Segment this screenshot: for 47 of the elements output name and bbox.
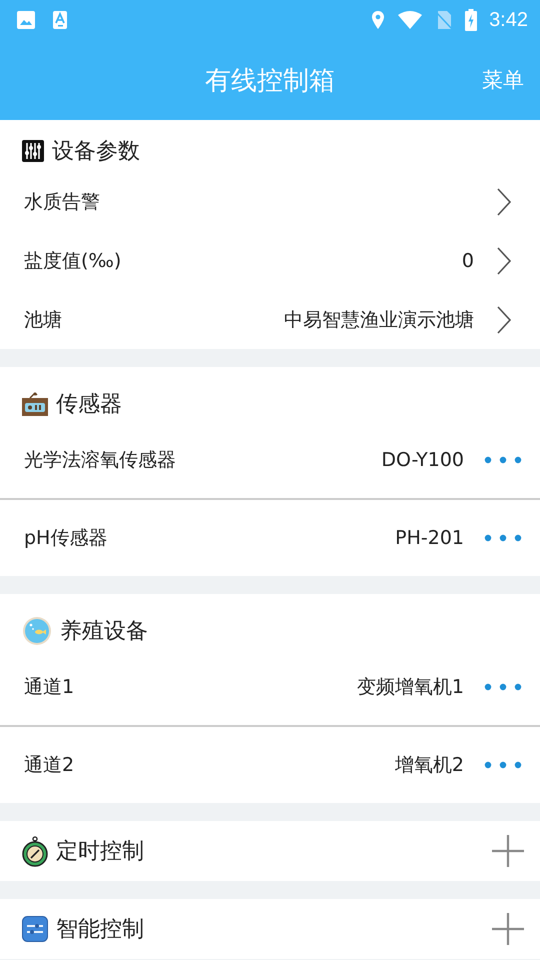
list-row[interactable]: 水质告警 — [0, 172, 540, 231]
row-label: 光学法溶氧传感器 — [24, 448, 177, 473]
more-icon[interactable] — [484, 455, 522, 465]
more-icon[interactable] — [484, 682, 522, 692]
add-button[interactable] — [492, 835, 524, 867]
row-value: 中易智慧渔业演示池塘 — [284, 308, 474, 332]
list-row[interactable]: 盐度值(‰) 0 — [0, 231, 540, 290]
more-icon[interactable] — [484, 533, 522, 543]
chevron-right-icon — [496, 188, 512, 216]
list-row[interactable]: 通道2 增氧机2 — [0, 727, 540, 803]
row-label: pH传感器 — [24, 526, 108, 551]
no-sim-icon — [435, 10, 454, 30]
row-value: 变频增氧机1 — [356, 675, 464, 700]
battery-icon — [465, 9, 478, 31]
status-time: 3:42 — [489, 8, 528, 32]
radio-icon — [22, 392, 48, 416]
section-title: 设备参数 — [52, 138, 140, 166]
row-label: 水质告警 — [24, 190, 101, 214]
section-title: 定时控制 — [56, 838, 144, 866]
row-label: 池塘 — [24, 308, 63, 332]
row-value: 0 — [462, 250, 474, 272]
row-value: DO-Y100 — [381, 449, 464, 471]
chevron-right-icon — [496, 306, 512, 334]
chevron-right-icon — [496, 246, 512, 274]
list-row[interactable]: 光学法溶氧传感器 DO-Y100 — [0, 422, 540, 500]
list-row[interactable]: 通道1 变频增氧机1 — [0, 649, 540, 727]
screen-title: 有线控制箱 — [205, 64, 335, 98]
more-icon[interactable] — [484, 760, 522, 770]
list-row[interactable]: pH传感器 PH-201 — [0, 500, 540, 576]
row-label: 盐度值(‰) — [24, 248, 122, 274]
list-row[interactable]: 池塘 中易智慧渔业演示池塘 — [0, 290, 540, 349]
row-value: PH-201 — [395, 527, 464, 549]
row-value: 增氧机2 — [394, 753, 464, 778]
control-panel-icon — [22, 916, 48, 942]
text-app-icon — [52, 10, 68, 30]
section-title: 传感器 — [56, 391, 122, 419]
wifi-icon — [397, 10, 424, 30]
row-label: 通道2 — [24, 753, 76, 778]
compass-icon — [22, 836, 48, 866]
add-button[interactable] — [492, 913, 524, 945]
fishbowl-icon — [22, 616, 52, 646]
section-title: 智能控制 — [56, 916, 144, 944]
row-label: 通道1 — [24, 675, 76, 700]
image-icon — [16, 10, 36, 30]
sliders-icon — [22, 140, 44, 162]
section-title: 养殖设备 — [60, 618, 148, 646]
location-icon — [371, 10, 386, 30]
